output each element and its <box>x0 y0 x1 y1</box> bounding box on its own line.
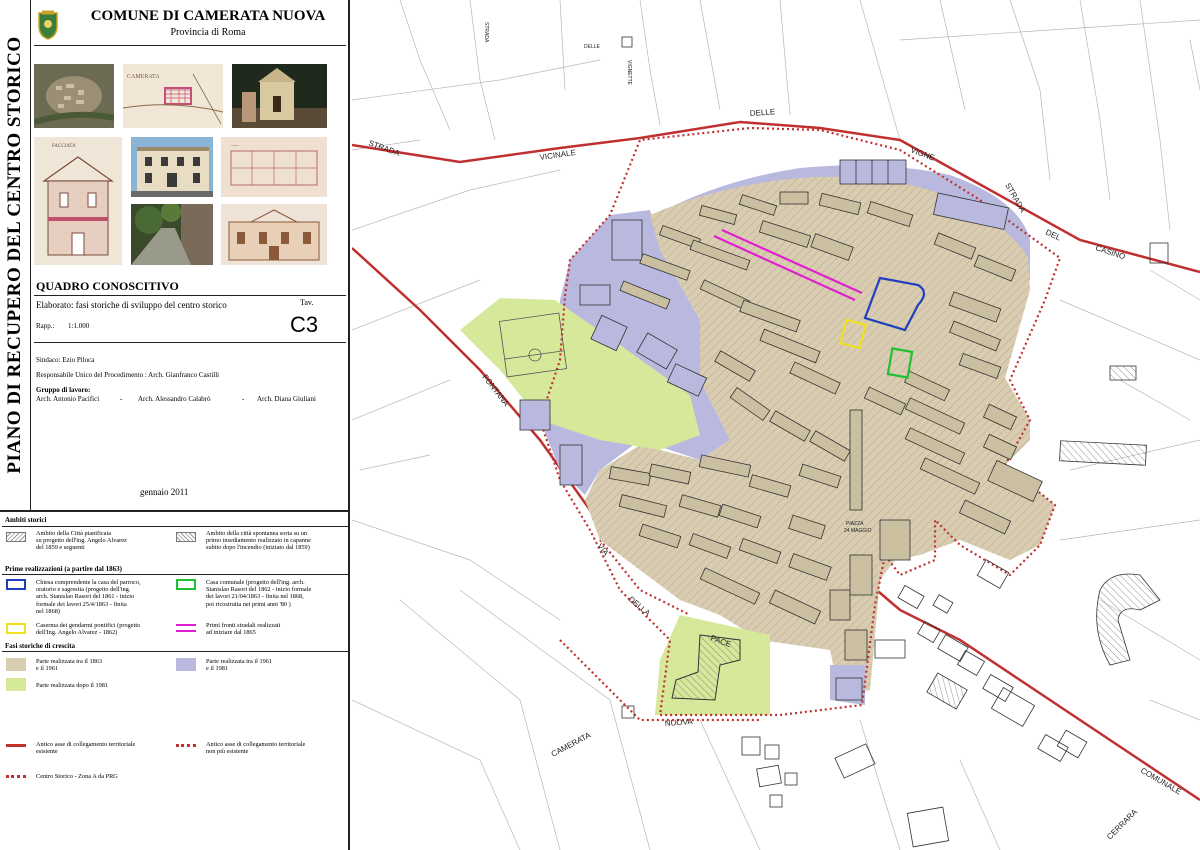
swatch-fronti <box>176 624 196 632</box>
section-title: QUADRO CONOSCITIVO <box>36 279 179 293</box>
legend-chiesa: Chiesa comprendente la casa del parroco,… <box>36 579 141 615</box>
tav-label: Tav. <box>300 298 314 307</box>
legend-asse1: Antico asse di collegamento territoriale… <box>36 741 136 756</box>
rule <box>34 45 346 46</box>
title-panel: PIANO DI RECUPERO DEL CENTRO STORICO COM… <box>0 0 350 850</box>
rule <box>2 651 348 652</box>
swatch-existing-axis <box>6 744 26 747</box>
swatch-phase-1863-1961 <box>6 658 26 671</box>
legend-zona: Centro Storico - Zona A da PRG <box>36 773 118 780</box>
swatch-phase-1961-1981 <box>176 658 196 671</box>
legend-fase3: Parte realizzata dopo il 1981 <box>36 682 109 689</box>
swatch-planned-city <box>6 532 26 542</box>
swatch-zona-a <box>6 775 26 778</box>
legend-fronti: Primi fronti stradali realizzati ad inizi… <box>206 622 281 637</box>
legend-fase1: Parte realizzata tra il 1863 e il 1961 <box>36 658 103 673</box>
legend-casa: Casa comunale (progetto dell'ing. arch. S… <box>206 579 312 608</box>
label-vignette: VIGNETTE <box>626 60 632 86</box>
label-strada-small: STRADA <box>483 22 489 43</box>
member-3: Arch. Diana Giuliani <box>257 395 316 403</box>
historic-map-photo: CAMERATA <box>123 64 223 128</box>
separator: - <box>120 395 123 403</box>
legend-asse2: Antico asse di collegamento territoriale… <box>206 741 306 756</box>
legend-ambito1: Ambito della Città pianificata su progett… <box>36 530 127 552</box>
member-2: Arch. Alessandro Calabrò <box>138 395 211 403</box>
swatch-lost-axis <box>176 744 196 747</box>
legend-divider <box>0 510 350 512</box>
church-photo <box>232 64 327 128</box>
rule <box>2 574 348 575</box>
swatch-caserma <box>6 623 26 634</box>
svg-text:CAMERATA: CAMERATA <box>127 74 160 80</box>
elevation-drawing-photo: ~~~ <box>221 137 327 197</box>
town-hall-photo <box>131 137 213 197</box>
rule <box>34 295 346 296</box>
town-map: STRADA VICINALE DELLE VIGNE STRADA DEL C… <box>352 0 1200 850</box>
section-drawing-photo: FACCIATA <box>34 137 122 265</box>
rule <box>34 342 346 343</box>
facade-drawing-photo <box>221 204 327 265</box>
date: gennaio 2011 <box>140 487 189 497</box>
swatch-casa-comunale <box>176 579 196 590</box>
svg-text:~~~: ~~~ <box>231 144 239 149</box>
scale-label: Rapp.: <box>36 322 55 330</box>
rup: Responsabile Unico del Procedimento : Ar… <box>36 371 220 379</box>
separator: - <box>242 395 245 403</box>
elaborato-text: Elaborato: fasi storiche di sviluppo del… <box>36 300 227 310</box>
sindaco: Sindaco: Ezio Piloca <box>36 356 95 364</box>
rule <box>2 526 348 527</box>
aerial-photo <box>34 64 114 128</box>
legend-caserma: Caserma dei gendarmi pontifici (progetto… <box>36 622 141 637</box>
label-piazza: PIAZZA <box>846 521 864 527</box>
legend-ambito2: Ambito della città spontanea sorta su un… <box>206 530 311 552</box>
scale-value: 1:1.000 <box>68 322 90 330</box>
legend-section-prime: Prime realizzazioni (a partire dal 1863) <box>5 565 122 573</box>
label-maggio: 24 MAGGIO <box>844 528 872 534</box>
swatch-chiesa <box>6 579 26 590</box>
member-1: Arch. Antonio Pacifici <box>36 395 100 403</box>
provincia-subtitle: Provincia di Roma <box>170 27 246 38</box>
label-delle: DELLE <box>750 107 776 118</box>
legend-fase2: Parte realizzata tra il 1961 e il 1981 <box>206 658 273 673</box>
label-delle-small: DELLE <box>584 44 601 50</box>
comune-title: COMUNE DI CAMERATA NUOVA <box>90 8 326 24</box>
legend-section-ambiti: Ambiti storici <box>5 516 47 524</box>
coat-of-arms-icon <box>38 10 58 40</box>
gruppo-label: Gruppo di lavoro: <box>36 386 91 394</box>
vertical-title: PIANO DI RECUPERO DEL CENTRO STORICO <box>4 36 25 474</box>
street-photo <box>131 204 213 265</box>
swatch-phase-after-1981 <box>6 678 26 691</box>
tav-code: C3 <box>290 312 319 337</box>
svg-text:FACCIATA: FACCIATA <box>52 144 76 149</box>
swatch-spontaneous-city <box>176 532 196 542</box>
title-divider <box>30 0 31 510</box>
legend-section-fasi: Fasi storiche di crescita <box>5 642 76 650</box>
